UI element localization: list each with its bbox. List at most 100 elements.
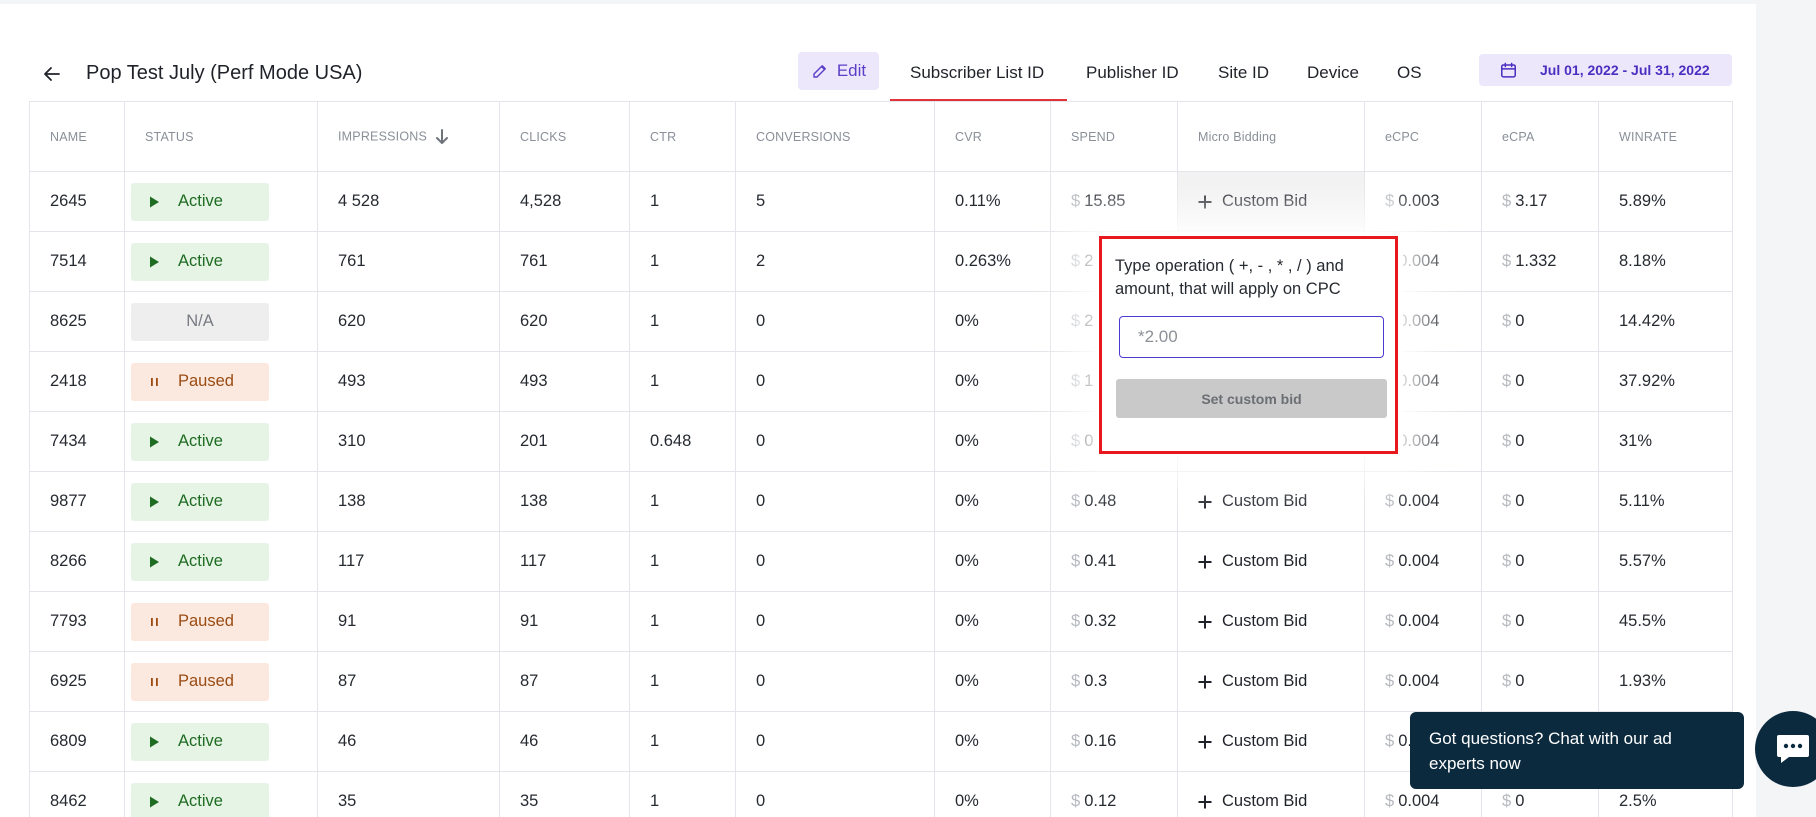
- status-badge[interactable]: Active: [131, 242, 269, 281]
- tab-os[interactable]: OS: [1397, 63, 1422, 83]
- cell-value: 31%: [1619, 432, 1653, 450]
- cell-value: 37.92%: [1619, 372, 1675, 390]
- tab-device[interactable]: Device: [1307, 63, 1359, 83]
- column-header-spend[interactable]: SPEND: [1050, 101, 1178, 172]
- cell-value: 493: [520, 372, 548, 390]
- cell-spend: $0.32: [1050, 591, 1178, 652]
- tab-publisher-id[interactable]: Publisher ID: [1086, 63, 1179, 83]
- custom-bid-button[interactable]: Custom Bid: [1198, 612, 1364, 631]
- status-badge[interactable]: Active: [131, 422, 269, 461]
- cell-clicks: 4,528: [499, 171, 630, 232]
- currency-symbol: $: [1071, 552, 1081, 570]
- currency-symbol: $: [1385, 552, 1395, 570]
- column-header-ctr[interactable]: CTR: [629, 101, 736, 172]
- column-header-impressions[interactable]: IMPRESSIONS: [317, 101, 500, 172]
- currency-symbol: $: [1385, 672, 1395, 690]
- cell-conversions: 0: [735, 411, 935, 472]
- column-header-winrate[interactable]: WINRATE: [1598, 101, 1733, 172]
- plus-icon: [1198, 195, 1212, 208]
- currency-symbol: $: [1385, 192, 1395, 210]
- currency-symbol: $: [1071, 432, 1081, 450]
- custom-bid-button[interactable]: Custom Bid: [1198, 552, 1364, 571]
- cell-conversions: 0: [735, 291, 935, 352]
- tab-subscriber-list-id[interactable]: Subscriber List ID: [910, 63, 1044, 83]
- cell-value: 0%: [955, 792, 979, 810]
- set-custom-bid-button[interactable]: Set custom bid: [1116, 379, 1387, 418]
- tab-site-id[interactable]: Site ID: [1218, 63, 1269, 83]
- date-range-picker[interactable]: Jul 01, 2022 - Jul 31, 2022: [1479, 54, 1732, 86]
- custom-bid-button[interactable]: Custom Bid: [1198, 732, 1364, 751]
- chat-launcher-button[interactable]: [1755, 711, 1816, 787]
- custom-bid-input[interactable]: [1119, 316, 1384, 358]
- plus-icon: [1198, 795, 1212, 808]
- status-badge[interactable]: Active: [131, 182, 269, 221]
- column-header-micro-bidding[interactable]: Micro Bidding: [1177, 101, 1365, 172]
- chat-prompt[interactable]: Got questions? Chat with our ad experts …: [1410, 712, 1744, 789]
- cell-value: 1: [650, 312, 660, 330]
- cell-value: 0%: [955, 672, 979, 690]
- status-badge[interactable]: Paused: [131, 602, 269, 641]
- cell-impressions: 117: [317, 531, 500, 592]
- cell-winrate: 37.92%: [1598, 351, 1733, 412]
- status-badge[interactable]: Active: [131, 722, 269, 761]
- cell-ecpa: $0: [1481, 351, 1599, 412]
- custom-bid-button[interactable]: Custom Bid: [1198, 792, 1364, 811]
- status-badge[interactable]: Paused: [131, 662, 269, 701]
- cell-value: 0.648: [650, 432, 692, 450]
- edit-button[interactable]: Edit: [798, 52, 879, 90]
- column-header-ecpc[interactable]: eCPC: [1364, 101, 1482, 172]
- column-header-cvr[interactable]: CVR: [934, 101, 1051, 172]
- custom-bid-button[interactable]: Custom Bid: [1198, 492, 1364, 511]
- cell-cvr: 0%: [934, 351, 1051, 412]
- currency-symbol: $: [1385, 492, 1395, 510]
- cell-ctr: 0.648: [629, 411, 736, 472]
- cell-cvr: 0%: [934, 411, 1051, 472]
- cell-value: 0.004: [1398, 612, 1440, 630]
- cell-value: 7514: [50, 252, 87, 270]
- status-badge[interactable]: Paused: [131, 362, 269, 401]
- cell-value: 2645: [50, 192, 87, 210]
- custom-bid-button[interactable]: Custom Bid: [1198, 192, 1364, 211]
- currency-symbol: $: [1502, 492, 1512, 510]
- table-row: 6925 Paused 87 87 1 0 0% $0.3 Custom Bid $0.004 $0…: [29, 651, 1733, 712]
- column-header-name[interactable]: NAME: [29, 101, 125, 172]
- cell-clicks: 620: [499, 291, 630, 352]
- cell-value: 0.16: [1084, 732, 1117, 750]
- currency-symbol: $: [1502, 312, 1512, 330]
- custom-bid-button[interactable]: Custom Bid: [1198, 672, 1364, 691]
- status-badge[interactable]: Active: [131, 482, 269, 521]
- play-icon: [150, 436, 159, 447]
- status-badge[interactable]: N/A: [131, 302, 269, 341]
- cell-spend: $0.3: [1050, 651, 1178, 712]
- cell-value: 0.004: [1398, 372, 1440, 390]
- status-badge[interactable]: Active: [131, 782, 269, 817]
- cell-value: 0.3: [1084, 672, 1108, 690]
- cell-value: 0: [1515, 372, 1525, 390]
- custom-bid-label: Custom Bid: [1222, 792, 1308, 810]
- cell-value: 0.004: [1398, 252, 1440, 270]
- column-header-conversions[interactable]: CONVERSIONS: [735, 101, 935, 172]
- column-header-status[interactable]: STATUS: [124, 101, 318, 172]
- cell-value: 35: [338, 792, 357, 810]
- play-icon: [150, 796, 159, 807]
- cell-name: 8625: [29, 291, 125, 352]
- cell-value: 0: [1515, 432, 1525, 450]
- play-icon: [150, 196, 159, 207]
- column-header-ecpa[interactable]: eCPA: [1481, 101, 1599, 172]
- cell-value: 0: [1515, 552, 1525, 570]
- cell-impressions: 87: [317, 651, 500, 712]
- custom-bid-label: Custom Bid: [1222, 672, 1308, 690]
- column-header-clicks[interactable]: CLICKS: [499, 101, 630, 172]
- cell-value: 91: [520, 612, 539, 630]
- cell-value: 1: [650, 672, 660, 690]
- cell-ecpa: $0: [1481, 411, 1599, 472]
- cell-value: 1.93%: [1619, 672, 1666, 690]
- cell-value: 0: [756, 312, 766, 330]
- cell-value: 0.003: [1398, 192, 1440, 210]
- cell-ctr: 1: [629, 591, 736, 652]
- arrow-left-icon[interactable]: [40, 62, 64, 86]
- arrow-down-icon[interactable]: [435, 128, 449, 145]
- status-badge[interactable]: Active: [131, 542, 269, 581]
- cell-ecpc: $0.004: [1364, 531, 1482, 592]
- cell-value: 0.004: [1398, 492, 1440, 510]
